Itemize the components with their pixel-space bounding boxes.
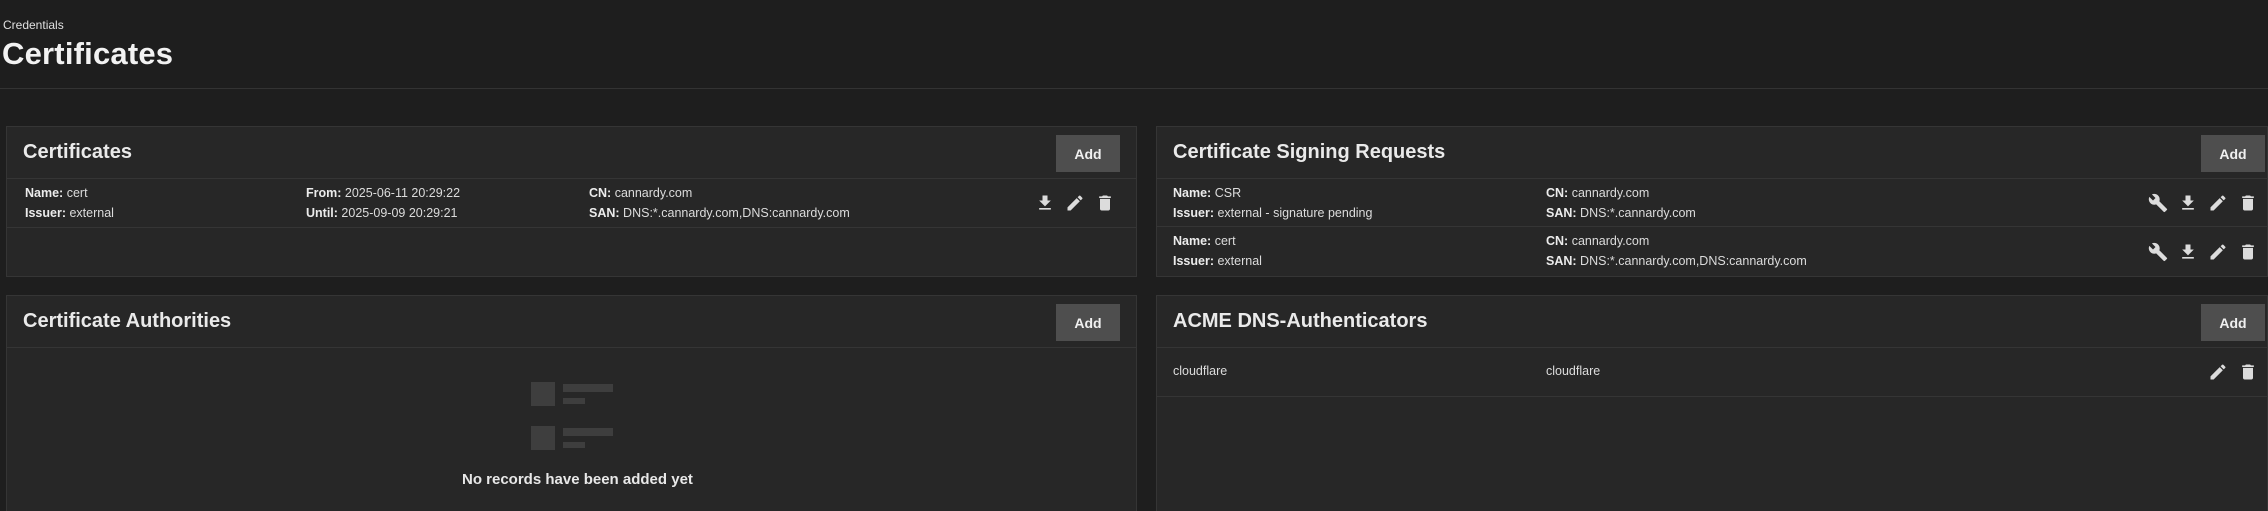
csr-name: Name: cert bbox=[1173, 234, 1236, 248]
card-title: Certificates bbox=[23, 141, 132, 163]
authorities-card: Certificate Authorities Add No records h… bbox=[6, 295, 1137, 511]
wrench-icon[interactable] bbox=[2147, 241, 2169, 263]
row-actions bbox=[2147, 227, 2259, 276]
delete-icon[interactable] bbox=[2237, 361, 2259, 383]
cert-name: Name: cert bbox=[25, 186, 88, 200]
delete-icon[interactable] bbox=[1094, 192, 1116, 214]
card-title: Certificate Signing Requests bbox=[1173, 141, 1446, 163]
row-actions bbox=[2147, 179, 2259, 226]
page-title: Certificates bbox=[2, 36, 174, 71]
empty-state-text: No records have been added yet bbox=[462, 471, 693, 488]
cert-from: From: 2025-06-11 20:29:22 bbox=[306, 186, 461, 200]
card-header: Certificates Add bbox=[7, 127, 1136, 179]
add-certificate-button[interactable]: Add bbox=[1056, 135, 1120, 172]
card-title: ACME DNS-Authenticators bbox=[1173, 310, 1428, 332]
download-icon[interactable] bbox=[2177, 192, 2199, 214]
card-header: Certificate Signing Requests Add bbox=[1157, 127, 2267, 179]
certificates-card: Certificates Add Name: cert Issuer: exte… bbox=[6, 126, 1137, 277]
table-row: Name: CSR Issuer: external - signature p… bbox=[1157, 179, 2267, 227]
add-csr-button[interactable]: Add bbox=[2201, 135, 2265, 172]
add-acme-button[interactable]: Add bbox=[2201, 304, 2265, 341]
table-row: Name: cert Issuer: external From: 2025-0… bbox=[7, 179, 1136, 228]
csr-cn: CN: cannardy.com bbox=[1546, 234, 1650, 248]
csr-cn: CN: cannardy.com bbox=[1546, 186, 1650, 200]
csr-issuer: Issuer: external - signature pending bbox=[1173, 206, 1373, 220]
cert-issuer: Issuer: external bbox=[25, 206, 114, 220]
csr-san: SAN: DNS:*.cannardy.com bbox=[1546, 206, 1696, 220]
page-header: Credentials Certificates bbox=[0, 0, 2268, 90]
card-header: Certificate Authorities Add bbox=[7, 296, 1136, 348]
card-title: Certificate Authorities bbox=[23, 310, 232, 332]
table-row: cloudflare cloudflare bbox=[1157, 348, 2267, 397]
wrench-icon[interactable] bbox=[2147, 192, 2169, 214]
acme-card: ACME DNS-Authenticators Add cloudflare c… bbox=[1156, 295, 2268, 511]
row-actions bbox=[1034, 179, 1116, 227]
edit-icon[interactable] bbox=[2207, 241, 2229, 263]
empty-list-icon bbox=[531, 382, 613, 450]
row-actions bbox=[2207, 348, 2259, 396]
delete-icon[interactable] bbox=[2237, 192, 2259, 214]
add-authority-button[interactable]: Add bbox=[1056, 304, 1120, 341]
cert-san: SAN: DNS:*.cannardy.com,DNS:cannardy.com bbox=[589, 206, 850, 220]
edit-icon[interactable] bbox=[2207, 361, 2229, 383]
csr-issuer: Issuer: external bbox=[1173, 254, 1262, 268]
edit-icon[interactable] bbox=[2207, 192, 2229, 214]
csr-name: Name: CSR bbox=[1173, 186, 1242, 200]
cert-cn: CN: cannardy.com bbox=[589, 186, 693, 200]
header-divider bbox=[0, 88, 2268, 89]
delete-icon[interactable] bbox=[2237, 241, 2259, 263]
csr-card: Certificate Signing Requests Add Name: C… bbox=[1156, 126, 2268, 277]
acme-authenticator: cloudflare bbox=[1546, 364, 1601, 378]
table-row: Name: cert Issuer: external CN: cannardy… bbox=[1157, 227, 2267, 276]
card-header: ACME DNS-Authenticators Add bbox=[1157, 296, 2267, 348]
download-icon[interactable] bbox=[1034, 192, 1056, 214]
edit-icon[interactable] bbox=[1064, 192, 1086, 214]
acme-name: cloudflare bbox=[1173, 364, 1228, 378]
csr-san: SAN: DNS:*.cannardy.com,DNS:cannardy.com bbox=[1546, 254, 1807, 268]
cert-until: Until: 2025-09-09 20:29:21 bbox=[306, 206, 458, 220]
breadcrumb[interactable]: Credentials bbox=[3, 18, 64, 32]
download-icon[interactable] bbox=[2177, 241, 2199, 263]
